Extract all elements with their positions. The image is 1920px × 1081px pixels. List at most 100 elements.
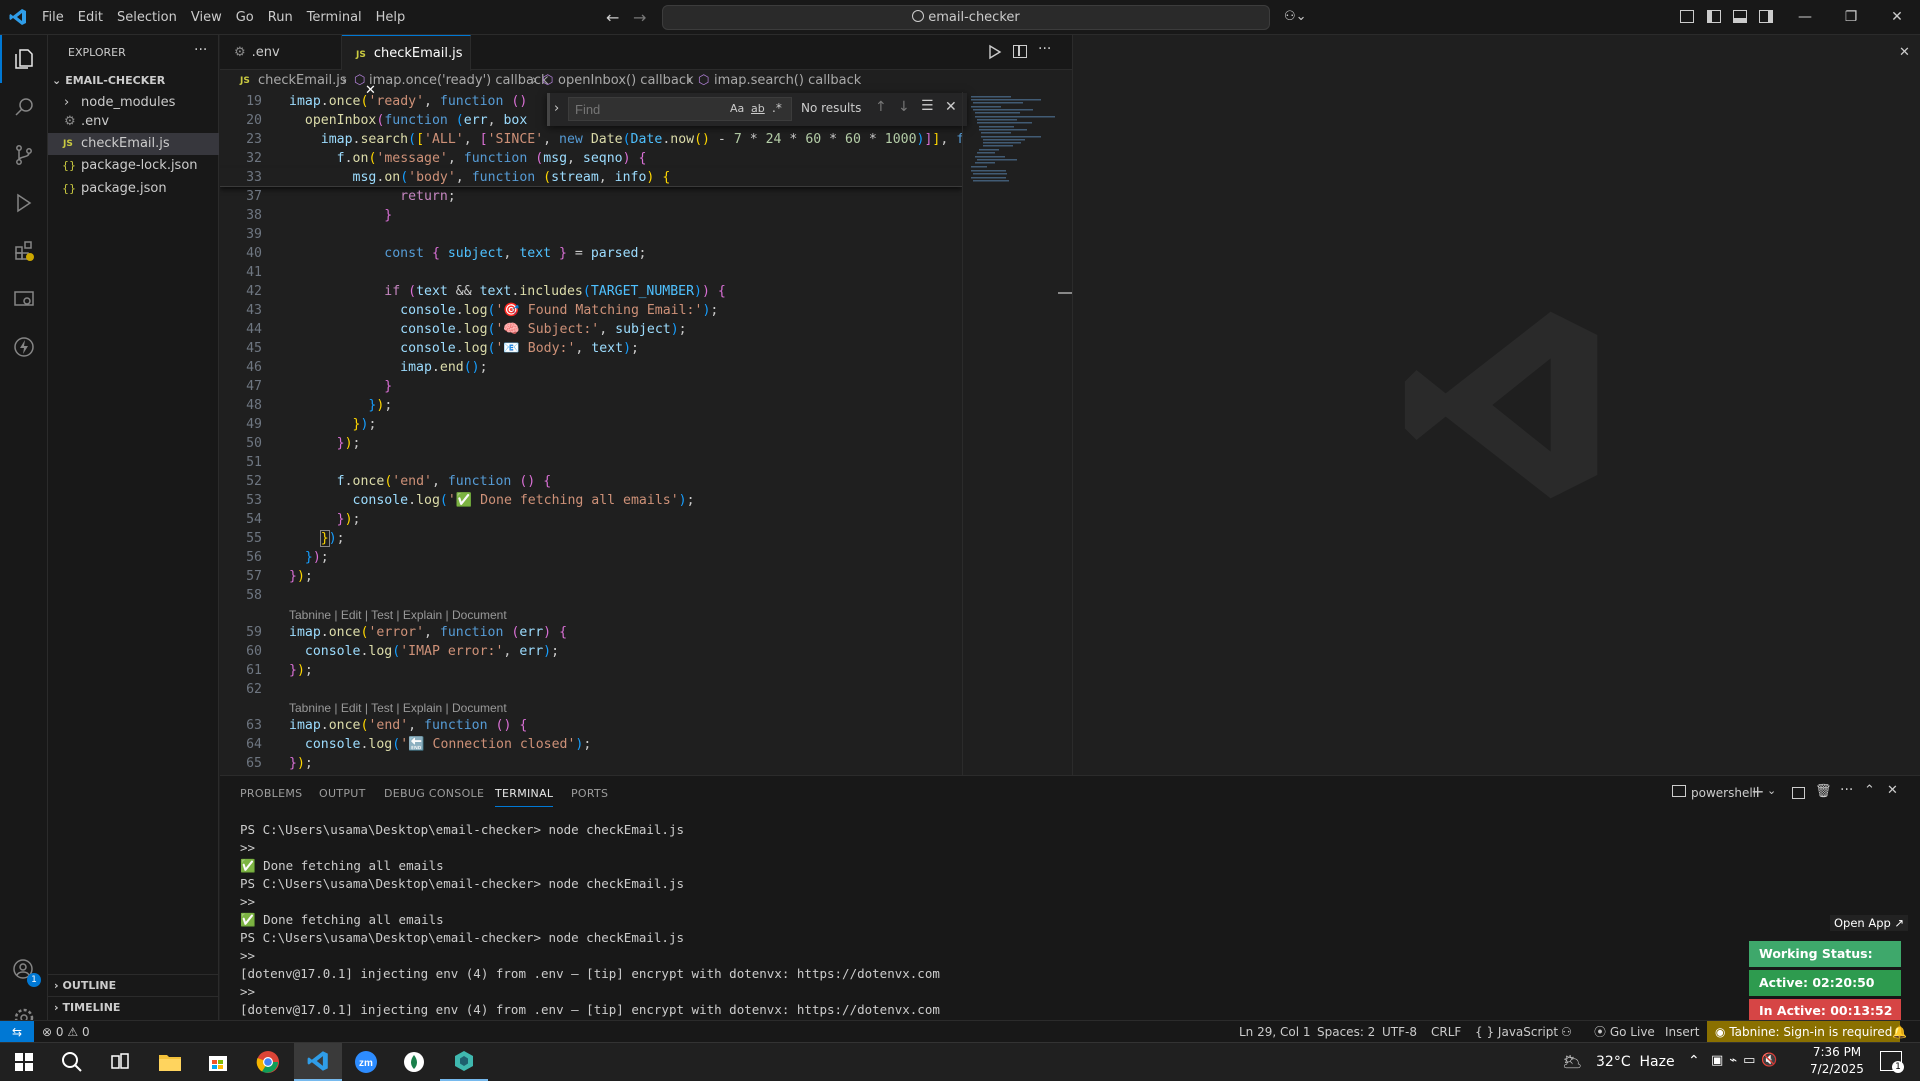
split-terminal-icon[interactable] — [1792, 787, 1805, 799]
tab-debug-console[interactable]: DEBUG CONSOLE — [384, 776, 484, 811]
customize-layout-icon[interactable] — [1680, 10, 1694, 23]
remote-indicator-icon[interactable]: ⇆ — [0, 1021, 34, 1043]
tab-terminal[interactable]: TERMINAL — [495, 781, 554, 807]
tab-ports[interactable]: PORTS — [571, 776, 608, 811]
windows-start-icon[interactable] — [0, 1043, 48, 1081]
clock-date[interactable]: 7/2/2025 — [1806, 1062, 1868, 1076]
close-find-icon[interactable]: ✕ — [945, 99, 957, 115]
menu-view[interactable]: View — [184, 0, 229, 35]
clock-time[interactable]: 7:36 PM — [1806, 1045, 1868, 1059]
close-group-icon[interactable]: ✕ — [1899, 45, 1910, 60]
menu-file[interactable]: File — [35, 0, 71, 35]
tab-problems[interactable]: PROBLEMS — [240, 776, 302, 811]
search-icon[interactable] — [0, 83, 48, 131]
toggle-panel-icon[interactable] — [1733, 10, 1747, 23]
encoding[interactable]: UTF-8 — [1382, 1021, 1417, 1043]
menu-selection[interactable]: Selection — [110, 0, 184, 35]
previous-match-icon[interactable]: ↑ — [875, 99, 887, 115]
code-editor[interactable]: 19 imap.once('ready', function () 20 open… — [220, 92, 962, 775]
line-ending[interactable]: CRLF — [1431, 1021, 1461, 1043]
microsoft-store-icon[interactable] — [194, 1043, 242, 1081]
insert-mode[interactable]: Insert — [1665, 1021, 1699, 1043]
remote-explorer-icon[interactable] — [0, 275, 48, 323]
new-terminal-icon[interactable]: + — [1751, 782, 1764, 801]
copilot-status-icon[interactable]: ⚇ — [1561, 1021, 1572, 1043]
more-actions-icon[interactable]: ··· — [1840, 782, 1853, 798]
folder-header[interactable]: ⌄ EMAIL-CHECKER — [48, 70, 219, 92]
open-app-button[interactable]: Open App ↗ — [1830, 915, 1909, 931]
breadcrumb-item[interactable]: imap.once('ready') callback — [369, 70, 549, 92]
chevron-up-icon[interactable]: ⌃ — [1688, 1053, 1700, 1069]
indentation[interactable]: Spaces: 2 — [1317, 1021, 1375, 1043]
terminal-shell-label[interactable]: powershell — [1691, 786, 1756, 800]
trash-icon[interactable]: 🗑 — [1815, 784, 1832, 799]
vscode-taskbar-icon[interactable] — [294, 1043, 342, 1081]
nav-back-icon[interactable]: ← — [606, 8, 619, 27]
breadcrumb-item[interactable]: checkEmail.js — [258, 70, 347, 92]
tray-icons[interactable]: ▣⌁▭🔇 — [1711, 1053, 1784, 1068]
tabnine-icon[interactable] — [0, 323, 48, 371]
split-editor-icon[interactable] — [1013, 45, 1027, 58]
command-center[interactable]: email-checker — [662, 5, 1270, 30]
file-explorer-icon[interactable] — [146, 1043, 194, 1081]
source-control-icon[interactable] — [0, 131, 48, 179]
tree-item-package-lock[interactable]: {} package-lock.json — [48, 155, 219, 177]
extensions-icon[interactable] — [0, 227, 48, 275]
breadcrumb-item[interactable]: openInbox() callback — [558, 70, 694, 92]
tabnine-codelens[interactable]: Tabnine | Edit | Test | Explain | Docume… — [289, 700, 507, 716]
run-debug-icon[interactable] — [0, 179, 48, 227]
tree-item-package[interactable]: {} package.json — [48, 178, 219, 200]
tree-item-env[interactable]: ⚙ .env — [48, 111, 219, 133]
accounts-icon[interactable]: 1 — [0, 946, 48, 994]
tracker-app-icon[interactable] — [440, 1043, 488, 1081]
run-file-icon[interactable] — [988, 44, 1002, 60]
menu-terminal[interactable]: Terminal — [300, 0, 369, 35]
more-actions-icon[interactable]: ··· — [1038, 41, 1051, 57]
chrome-icon[interactable] — [244, 1043, 292, 1081]
weather-icon[interactable]: 🌥 — [1562, 1052, 1582, 1071]
close-window-button[interactable]: ✕ — [1874, 0, 1920, 35]
tab-checkemail[interactable]: JS checkEmail.js ✕ — [342, 35, 471, 98]
copilot-icon[interactable]: ⚇⌄ — [1284, 9, 1314, 26]
tree-item-checkemail[interactable]: JS checkEmail.js — [48, 133, 219, 155]
find-in-selection-icon[interactable]: ☰ — [921, 98, 934, 114]
menu-edit[interactable]: Edit — [71, 0, 110, 35]
tab-env[interactable]: ⚙ .env — [220, 35, 342, 70]
problems-indicator[interactable]: ⊗ 0 ⚠ 0 — [42, 1021, 90, 1043]
notifications-bell-icon[interactable]: 🔔 — [1892, 1021, 1907, 1043]
toggle-secondary-sidebar-icon[interactable] — [1759, 10, 1773, 23]
restore-button[interactable]: ❐ — [1828, 0, 1874, 35]
tabnine-codelens[interactable]: Tabnine | Edit | Test | Explain | Docume… — [289, 607, 507, 623]
menu-go[interactable]: Go — [229, 0, 261, 35]
zoom-icon[interactable]: zm — [342, 1043, 390, 1081]
outline-section[interactable]: › OUTLINE — [48, 974, 219, 996]
match-case-icon[interactable]: Aa — [730, 102, 744, 115]
explorer-icon[interactable] — [0, 35, 48, 83]
tab-output[interactable]: OUTPUT — [319, 776, 366, 811]
menu-help[interactable]: Help — [369, 0, 413, 35]
go-live-button[interactable]: ⦿ Go Live — [1594, 1021, 1655, 1043]
search-icon[interactable] — [48, 1043, 96, 1081]
close-panel-icon[interactable]: ✕ — [1887, 783, 1898, 798]
menu-run[interactable]: Run — [261, 0, 300, 35]
match-whole-word-icon[interactable]: ab — [751, 102, 765, 115]
toggle-replace-icon[interactable]: › — [554, 101, 559, 116]
nav-forward-icon[interactable]: → — [633, 8, 646, 27]
chevron-down-icon[interactable]: ⌄ — [1767, 784, 1776, 797]
next-match-icon[interactable]: ↓ — [898, 99, 910, 115]
timeline-section[interactable]: › TIMELINE — [48, 996, 219, 1018]
regex-icon[interactable]: .* — [772, 101, 782, 115]
weather-label[interactable]: 32°C Haze — [1596, 1054, 1675, 1070]
app-icon[interactable] — [390, 1043, 438, 1081]
tabnine-status[interactable]: ◉ Tabnine: Sign-in is required — [1707, 1021, 1901, 1043]
notification-center-icon[interactable]: 1 — [1880, 1051, 1904, 1073]
more-actions-icon[interactable]: ··· — [194, 42, 207, 58]
cursor-position[interactable]: Ln 29, Col 1 — [1239, 1021, 1311, 1043]
breadcrumb-item[interactable]: imap.search() callback — [714, 70, 861, 92]
minimap[interactable] — [962, 92, 1072, 775]
toggle-sidebar-icon[interactable] — [1707, 10, 1721, 23]
language-mode[interactable]: { } JavaScript — [1475, 1021, 1558, 1043]
maximize-panel-icon[interactable]: ⌃ — [1864, 783, 1875, 798]
minimize-button[interactable]: — — [1782, 0, 1828, 35]
task-view-icon[interactable] — [96, 1043, 144, 1081]
